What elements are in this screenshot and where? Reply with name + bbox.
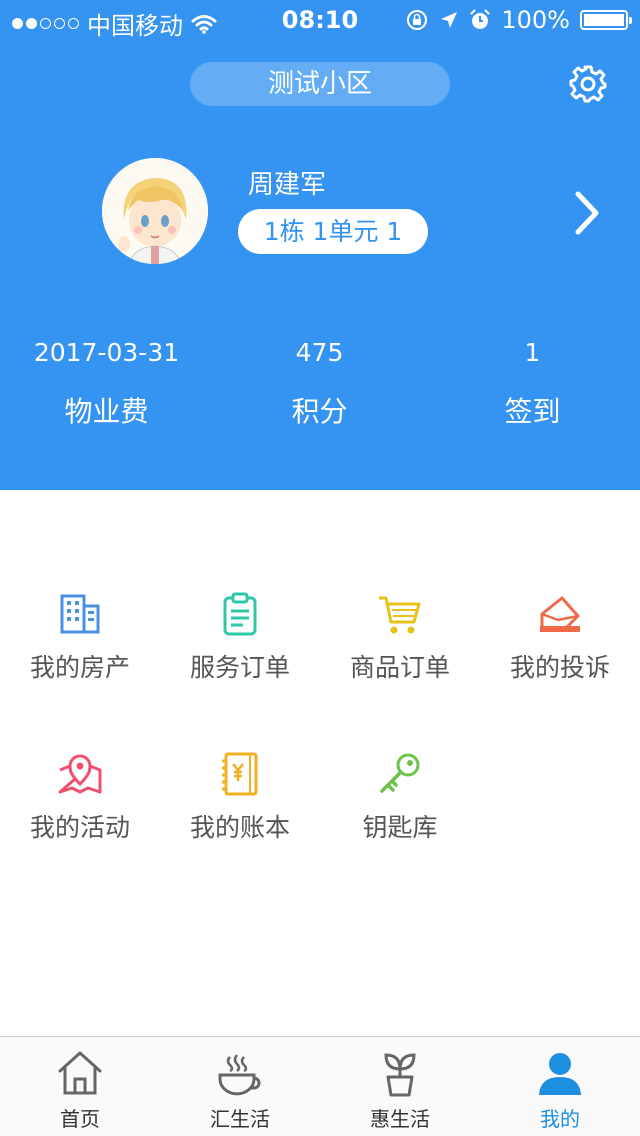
community-selector[interactable]: 测试小区 — [190, 62, 450, 106]
tab-bar: 首页 汇生活 惠生活 我的 — [0, 1036, 640, 1136]
home-icon — [58, 1051, 102, 1095]
stat-checkin[interactable]: 1 签到 — [426, 336, 639, 430]
battery-fill — [584, 14, 624, 26]
stat-value: 2017-03-31 — [33, 338, 180, 367]
header-curve — [0, 440, 640, 486]
chevron-right-icon[interactable] — [572, 190, 602, 236]
avatar-cartoon-icon — [102, 158, 208, 264]
stat-points[interactable]: 475 积分 — [213, 336, 426, 430]
map-pin-icon — [58, 754, 102, 794]
menu-label: 商品订单 — [349, 653, 450, 682]
building-icon — [60, 594, 100, 634]
menu-label: 我的投诉 — [509, 653, 610, 682]
menu-label: 我的活动 — [29, 813, 130, 842]
clipboard-icon — [223, 592, 257, 636]
stat-value: 1 — [524, 338, 541, 367]
coffee-icon — [218, 1054, 261, 1096]
gear-icon[interactable] — [566, 62, 610, 106]
envelope-icon — [540, 596, 580, 632]
plant-icon — [384, 1053, 416, 1097]
battery-icon — [580, 10, 632, 30]
status-bar: 中国移动 08:10 100% — [0, 0, 640, 40]
menu-label: 服务订单 — [189, 653, 290, 682]
cart-icon — [379, 596, 421, 634]
tab-label: 首页 — [60, 1107, 100, 1131]
tab-mine[interactable]: 我的 — [480, 1037, 640, 1136]
stat-label: 签到 — [504, 395, 561, 428]
menu-my-complaints[interactable]: 我的投诉 — [480, 590, 640, 684]
tab-label: 我的 — [540, 1107, 580, 1131]
menu-label: 我的账本 — [189, 813, 290, 842]
location-arrow-icon — [441, 12, 458, 28]
tab-home[interactable]: 首页 — [0, 1037, 160, 1136]
tab-life-hub[interactable]: 汇生活 — [160, 1037, 320, 1136]
menu-product-orders[interactable]: 商品订单 — [320, 590, 480, 684]
stat-value: 475 — [295, 338, 344, 367]
avatar[interactable] — [102, 158, 208, 264]
menu-service-orders[interactable]: 服务订单 — [160, 590, 320, 684]
unit-badge: 1栋 1单元 1 — [238, 209, 428, 254]
menu-my-activities[interactable]: 我的活动 — [0, 750, 160, 844]
stat-property-fee[interactable]: 2017-03-31 物业费 — [0, 336, 213, 430]
tab-benefits[interactable]: 惠生活 — [320, 1037, 480, 1136]
user-icon — [539, 1053, 581, 1095]
tab-label: 惠生活 — [370, 1107, 430, 1131]
battery-percent: 100% — [501, 6, 570, 34]
status-right: 100% — [405, 6, 632, 34]
tab-label: 汇生活 — [210, 1107, 270, 1131]
alarm-icon — [470, 9, 491, 29]
menu-my-property[interactable]: 我的房产 — [0, 590, 160, 684]
key-icon — [380, 753, 420, 793]
stat-label: 物业费 — [64, 395, 149, 428]
stat-label: 积分 — [291, 395, 348, 428]
rotation-lock-icon — [407, 10, 428, 30]
menu-key-library[interactable]: 钥匙库 — [320, 750, 480, 844]
menu-my-ledger[interactable]: 我的账本 — [160, 750, 320, 844]
menu-label: 钥匙库 — [362, 813, 438, 842]
menu-label: 我的房产 — [29, 653, 130, 682]
user-name: 周建军 — [248, 170, 327, 200]
ledger-icon — [222, 752, 258, 796]
